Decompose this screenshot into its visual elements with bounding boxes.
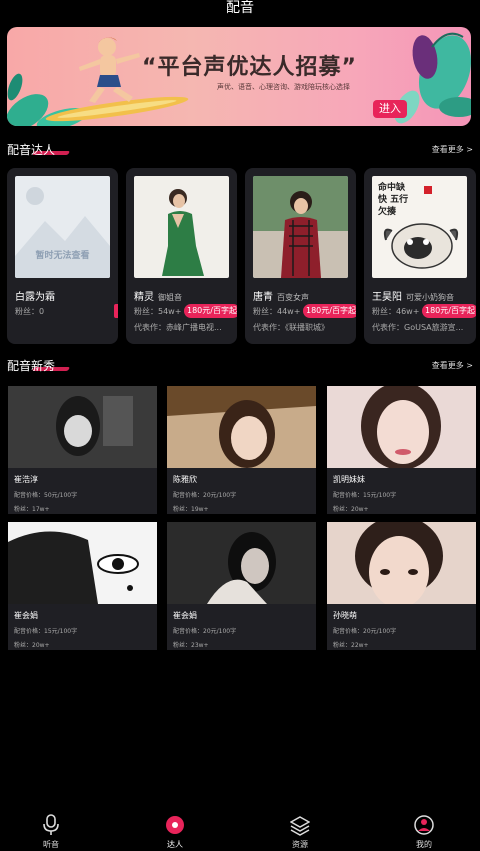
talent-works: 代表作：《联播职城》 <box>253 323 329 332</box>
talent-tag: 百变女声 <box>277 293 309 302</box>
tab-talents[interactable]: 达人 <box>145 810 205 851</box>
recruit-banner[interactable]: “平台声优达人招募” 声优、语音、心理咨询、游戏陪玩核心选择 进入 <box>7 27 471 126</box>
talent-card[interactable]: 精灵 御姐音 粉丝：54w+ 180元/百字起 代表作：赤峰广播电视... <box>126 168 237 344</box>
newcomer-price: 配音价格：20元/100字 <box>173 628 237 635</box>
talent-fans: 粉丝：44w+ <box>253 307 301 316</box>
price-tag-stub <box>114 304 118 318</box>
banner-headline: “平台声优达人招募” <box>142 55 357 80</box>
talent-name: 精灵 <box>134 292 154 303</box>
talents-more-link[interactable]: 查看更多 > <box>432 144 473 155</box>
talent-price: 180元/百字起 <box>303 304 356 318</box>
talent-price: 180元/百字起 <box>184 304 237 318</box>
newcomer-price: 配音价格：20元/100字 <box>333 628 397 635</box>
newcomer-fans: 粉丝：19w+ <box>173 506 209 513</box>
newcomer-price: 配音价格：15元/100字 <box>14 628 78 635</box>
newcomer-card[interactable]: 崔会娟 配音价格：20元/100字 粉丝：23w+ <box>167 522 316 650</box>
newcomer-card[interactable]: 凯明妹妹 配音价格：15元/100字 粉丝：20w+ <box>327 386 476 514</box>
talent-card[interactable]: 唐青 百变女声 粉丝：44w+ 180元/百字起 代表作：《联播职城》 <box>245 168 356 344</box>
newcomer-fans: 粉丝：17w+ <box>14 506 50 513</box>
newcomer-photo <box>327 522 476 604</box>
newcomers-more-link[interactable]: 查看更多 > <box>432 360 473 371</box>
talent-photo <box>134 176 229 278</box>
newcomer-name: 崔会娟 <box>14 611 38 620</box>
newcomer-fans: 粉丝：22w+ <box>333 642 369 649</box>
newcomer-name: 孙晓萌 <box>333 611 357 620</box>
newcomer-photo <box>327 386 476 468</box>
talent-fans: 粉丝：54w+ <box>134 307 182 316</box>
newcomer-name: 陈雅欣 <box>173 475 197 484</box>
talent-works: 代表作：赤峰广播电视... <box>134 323 222 332</box>
newcomers-section-header: 配音新秀 查看更多 > <box>7 358 473 376</box>
talent-price: 180元/百字起 <box>422 304 476 318</box>
layers-icon <box>290 816 310 836</box>
talent-name: 王昊阳 <box>372 292 402 303</box>
newcomer-card[interactable]: 崔会娟 配音价格：15元/100字 粉丝：20w+ <box>8 522 157 650</box>
talent-photo-placeholder: 暂时无法查看 <box>15 176 110 278</box>
talent-card[interactable]: 暂时无法查看 白露为霜 粉丝：0 <box>7 168 118 344</box>
tab-label: 资源 <box>292 840 308 849</box>
tab-label: 达人 <box>167 840 183 849</box>
talent-tag: 可爱小奶狗音 <box>406 293 454 302</box>
talent-works: 代表作：GoUSA旅游宣... <box>372 323 464 332</box>
newcomer-name: 凯明妹妹 <box>333 475 365 484</box>
placeholder-text: 暂时无法查看 <box>35 251 90 261</box>
newcomer-price: 配音价格：20元/100字 <box>173 492 237 499</box>
talent-photo: 命中缺快 五行欠揍 <box>372 176 467 278</box>
talents-section-title: 配音达人 <box>7 143 56 157</box>
newcomer-name: 崔会娟 <box>173 611 197 620</box>
bottom-tab-bar: 听音 达人 资源 我的 <box>0 810 480 851</box>
tab-listen[interactable]: 听音 <box>21 810 81 851</box>
newcomer-price: 配音价格：15元/100字 <box>333 492 397 499</box>
page-title: 配音 <box>226 0 254 16</box>
badge-icon <box>166 816 184 834</box>
tab-resources[interactable]: 资源 <box>270 810 330 851</box>
talent-fans: 粉丝：46w+ <box>372 307 420 316</box>
talent-name: 白露为霜 <box>15 292 55 303</box>
talent-tag: 御姐音 <box>158 293 182 302</box>
tab-label: 听音 <box>43 840 59 849</box>
tab-label: 我的 <box>416 840 432 849</box>
talent-card[interactable]: 命中缺快 五行欠揍 王昊阳 可爱小奶狗音 粉丝：46w+ 180元/百字起 代表作… <box>364 168 476 344</box>
person-icon <box>414 815 434 835</box>
newcomer-photo <box>167 386 316 468</box>
talents-section-header: 配音达人 查看更多 > <box>7 142 473 160</box>
tab-mine[interactable]: 我的 <box>394 810 454 851</box>
image-placeholder-icon <box>15 187 110 278</box>
newcomer-name: 崔浩淳 <box>14 475 38 484</box>
newcomers-section-title: 配音新秀 <box>7 359 56 373</box>
newcomer-card[interactable]: 孙晓萌 配音价格：20元/100字 粉丝：22w+ <box>327 522 476 650</box>
newcomer-fans: 粉丝：23w+ <box>173 642 209 649</box>
newcomer-photo <box>167 522 316 604</box>
newcomer-card[interactable]: 崔浩淳 配音价格：50元/100字 粉丝：17w+ <box>8 386 157 514</box>
newcomer-fans: 粉丝：20w+ <box>333 506 369 513</box>
talent-fans: 粉丝：0 <box>15 307 45 316</box>
newcomer-price: 配音价格：50元/100字 <box>14 492 78 499</box>
talent-photo <box>253 176 348 278</box>
microphone-icon <box>43 814 59 835</box>
newcomer-photo <box>8 386 157 468</box>
banner-subtitle: 声优、语音、心理咨询、游戏陪玩核心选择 <box>217 83 350 91</box>
talent-name: 唐青 <box>253 292 273 303</box>
banner-enter-button[interactable]: 进入 <box>373 100 407 118</box>
newcomer-fans: 粉丝：20w+ <box>14 642 50 649</box>
newcomer-card[interactable]: 陈雅欣 配音价格：20元/100字 粉丝：19w+ <box>167 386 316 514</box>
newcomer-photo <box>8 522 157 604</box>
